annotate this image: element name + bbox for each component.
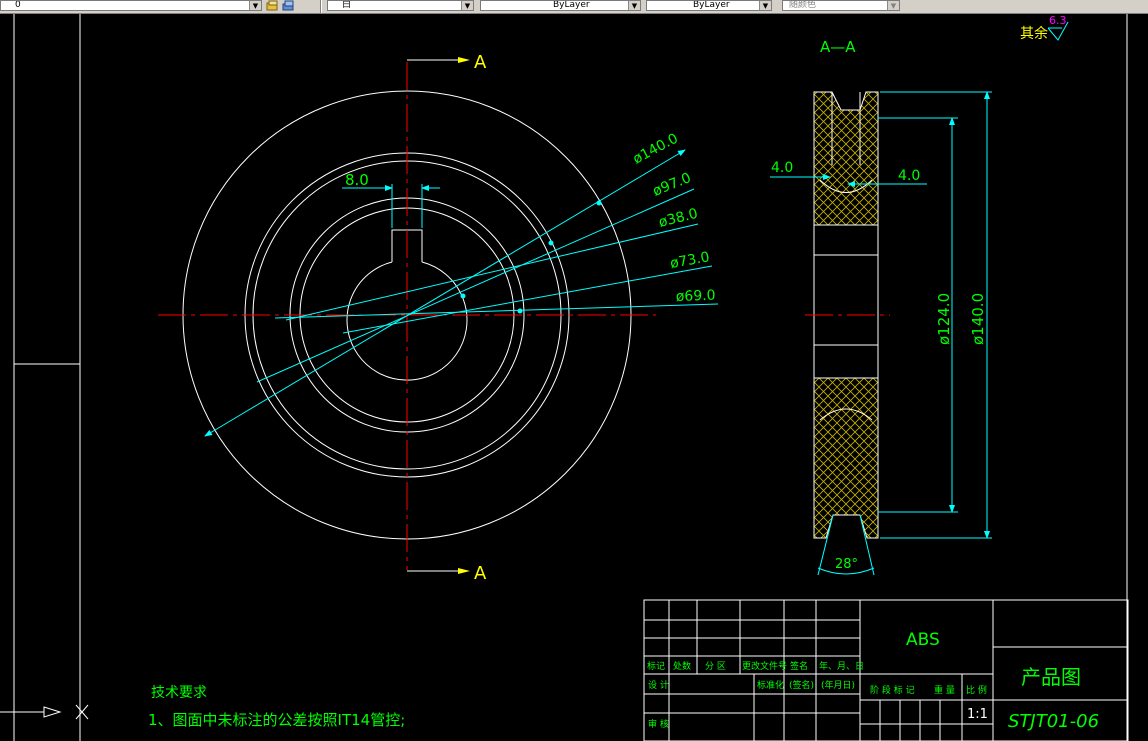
roughness-value: 6.3 — [1049, 14, 1067, 27]
title-block-headers: 标记 处数 分 区 更改文件号 签名 年、月、日 设 计 标准化 (签名) (年… — [647, 660, 987, 730]
drawing-name: 产品图 — [1021, 665, 1081, 689]
h-review: 审 核 — [648, 718, 669, 730]
roughness-label: 其余 — [1020, 25, 1048, 42]
section-label-top: A — [474, 52, 487, 73]
section-hatch-bottom — [813, 377, 879, 539]
drawing-frame — [13, 14, 1128, 741]
h-count: 处数 — [673, 660, 691, 672]
h-ratio: 比 例 — [966, 684, 987, 696]
h-zone: 分 区 — [705, 661, 726, 672]
h-doc: 更改文件号 — [742, 660, 787, 672]
notes-title: 技术要求 — [151, 685, 207, 701]
h-date2: (年月日) — [821, 679, 855, 691]
h-std: 标准化 — [757, 679, 784, 691]
h-date: 年、月、日 — [819, 660, 864, 672]
section-view: A—A 4.0 4.0 ø124.0 ø140.0 28° — [770, 38, 992, 576]
section-arrow-top — [458, 57, 470, 63]
dim-v124: ø124.0 — [935, 293, 953, 345]
h-stage: 阶 段 标 记 — [870, 684, 915, 696]
h-sign: 签名 — [790, 660, 808, 672]
h-sign2: (签名) — [789, 679, 814, 691]
h-design: 设 计 — [648, 679, 669, 691]
section-label-bottom: A — [474, 563, 487, 584]
dim-d140: ø140.0 — [630, 131, 680, 168]
dim-angle: 28° — [835, 557, 858, 572]
dim-d69: ø69.0 — [676, 288, 716, 305]
ucs-icon — [0, 704, 89, 720]
dim-d97: ø97.0 — [651, 170, 694, 200]
material: ABS — [906, 630, 940, 650]
notes-line1: 1、图面中未标注的公差按照IT14管控; — [148, 711, 405, 729]
dim-left-4: 4.0 — [771, 160, 793, 176]
roughness-symbol: 其余 6.3 — [1020, 14, 1069, 42]
diameter-leaders — [204, 149, 719, 437]
section-arrow-bottom — [458, 568, 470, 574]
dim-right-4: 4.0 — [898, 168, 920, 184]
scale: 1:1 — [967, 707, 988, 722]
section-hatch-top — [813, 91, 879, 226]
dim-d38: ø38.0 — [657, 206, 699, 231]
h-weight: 重 量 — [934, 684, 955, 696]
dim-keyway: 8.0 — [345, 171, 369, 189]
keyway-dimension — [342, 184, 440, 228]
h-mark: 标记 — [647, 660, 665, 672]
dim-d73: ø73.0 — [669, 249, 711, 272]
drawing-canvas[interactable]: A A 8.0 ø140.0 ø97.0 ø38.0 ø73.0 ø69.0 A… — [0, 0, 1148, 741]
drawing-number: STJT01-06 — [1008, 711, 1099, 732]
dim-v140: ø140.0 — [969, 293, 987, 345]
section-title: A—A — [820, 38, 856, 56]
front-view: A A 8.0 ø140.0 ø97.0 ø38.0 ø73.0 ø69.0 — [158, 52, 719, 584]
